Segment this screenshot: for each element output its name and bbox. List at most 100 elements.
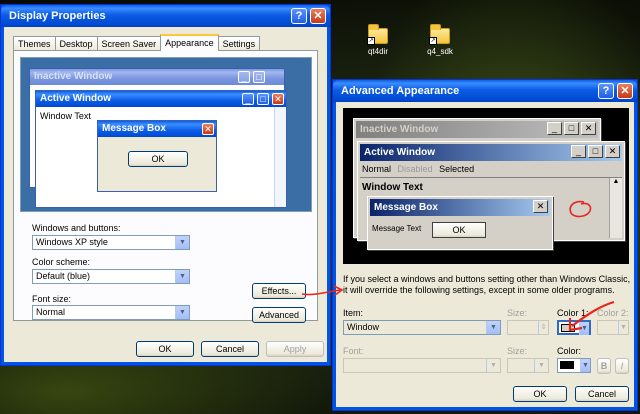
red-arrow-annotation (301, 285, 344, 296)
close-icon: ✕ (605, 145, 620, 158)
chevron-down-icon: ▼ (175, 306, 189, 319)
preview-window-text: Window Text (40, 111, 91, 121)
font-select[interactable]: ▼ (343, 358, 501, 373)
preview-menu-bar: Normal Disabled Selected (362, 164, 474, 174)
font-size-select[interactable]: Normal ▼ (32, 305, 190, 320)
close-icon: ✕ (533, 200, 548, 213)
dialog-body: Inactive Window _ □ ✕ Active Window _ □ … (337, 102, 633, 406)
desktop-icon-label: qt4dir (367, 47, 388, 56)
tab-themes[interactable]: Themes (13, 36, 56, 51)
desktop-icon-q4-sdk[interactable]: ↗ q4_sdk (420, 24, 460, 56)
red-arrow-annotation (568, 300, 615, 332)
ok-button[interactable]: OK (136, 341, 194, 357)
spinner-arrows-icon: ⇕ (538, 321, 548, 334)
chevron-down-icon: ▼ (486, 359, 500, 372)
red-circle-annotation (569, 200, 592, 218)
chevron-down-icon: ▼ (580, 359, 590, 372)
scroll-up-icon: ▲ (612, 178, 620, 185)
cancel-button[interactable]: Cancel (575, 386, 629, 402)
font-label: Font: (343, 346, 364, 356)
minimize-icon: _ (547, 122, 562, 135)
title-bar[interactable]: Advanced Appearance ? ✕ (333, 80, 637, 102)
item-label: Item: (343, 308, 364, 318)
maximize-icon: □ (564, 122, 579, 135)
tab-settings[interactable]: Settings (217, 36, 261, 51)
italic-button[interactable]: I (615, 358, 629, 374)
windows-and-buttons-label: Windows and buttons: (32, 223, 121, 233)
maximize-icon: □ (588, 145, 603, 158)
close-icon: ✕ (581, 122, 596, 135)
minimize-icon: _ (238, 71, 250, 83)
select-value: Default (blue) (36, 271, 91, 281)
tab-screen-saver[interactable]: Screen Saver (96, 36, 162, 51)
font-color-picker[interactable]: ▼ (557, 358, 591, 373)
maximize-icon: □ (253, 71, 265, 83)
chevron-down-icon: ▼ (534, 359, 548, 372)
dialog-body: Themes Desktop Screen Saver Appearance S… (5, 27, 326, 361)
desktop-icon-label: q4_sdk (427, 47, 453, 56)
font-color-label: Color: (557, 346, 582, 356)
select-value: Windows XP style (36, 237, 108, 247)
desktop-icon-qt4dir[interactable]: ↗ qt4dir (358, 24, 398, 56)
font-size-label: Font size: (32, 294, 72, 304)
appearance-panel: Inactive Window _ □ Active Window _ □ ✕ … (13, 50, 318, 323)
minimize-icon: _ (571, 145, 586, 158)
size-label: Size: (507, 308, 528, 318)
select-value: Normal (36, 307, 66, 317)
help-button[interactable]: ? (291, 8, 307, 24)
chevron-down-icon: ▼ (175, 236, 189, 249)
tab-desktop[interactable]: Desktop (54, 36, 98, 51)
chevron-down-icon: ▼ (486, 321, 500, 334)
divider (360, 177, 622, 178)
menu-disabled: Disabled (397, 164, 433, 174)
windows-and-buttons-select[interactable]: Windows XP style ▼ (32, 235, 190, 250)
close-icon: ✕ (272, 93, 284, 105)
advanced-button[interactable]: Advanced (252, 307, 306, 323)
display-properties-window: Display Properties ? ✕ Themes Desktop Sc… (0, 4, 331, 366)
item-select[interactable]: Window ▼ (343, 320, 501, 335)
font-size-select[interactable]: ▼ (507, 358, 549, 373)
preview-message-title: Message Box (370, 199, 550, 216)
shortcut-arrow-icon: ↗ (367, 37, 375, 45)
color-scheme-select[interactable]: Default (blue) ▼ (32, 269, 190, 284)
close-button[interactable]: ✕ (310, 8, 326, 24)
help-button[interactable]: ? (598, 83, 614, 99)
bold-button[interactable]: B (597, 358, 611, 374)
close-button[interactable]: ✕ (617, 83, 633, 99)
preview-scrollbar (274, 107, 286, 207)
folder-icon: ↗ (429, 24, 450, 45)
preview-ok-button: OK (432, 222, 486, 238)
minimize-icon: _ (242, 93, 254, 105)
chevron-down-icon: ▼ (175, 270, 189, 283)
font-size-label: Size: (507, 346, 528, 356)
preview-scrollbar: ▲ (609, 178, 622, 238)
preview-message-box: Message Box ✕ OK (97, 120, 217, 192)
close-icon: ✕ (202, 123, 214, 135)
shortcut-arrow-icon: ↗ (429, 37, 437, 45)
effects-button[interactable]: Effects... (252, 283, 306, 299)
menu-selected: Selected (439, 164, 475, 174)
maximize-icon: □ (257, 93, 269, 105)
color-scheme-label: Color scheme: (32, 257, 91, 267)
window-title: Display Properties (9, 10, 106, 22)
preview-message-text: Message Text (372, 224, 422, 233)
ok-button[interactable]: OK (513, 386, 567, 402)
menu-normal: Normal (362, 164, 392, 174)
select-value: Window (347, 322, 380, 332)
color-swatch (560, 361, 574, 369)
title-bar[interactable]: Display Properties ? ✕ (1, 5, 330, 27)
preview-message-box: Message Box ✕ Message Text OK (367, 196, 553, 250)
preview-window-text: Window Text (362, 182, 423, 193)
tab-strip: Themes Desktop Screen Saver Appearance S… (13, 34, 261, 51)
cancel-button[interactable]: Cancel (201, 341, 259, 357)
preview-area: Inactive Window _ □ Active Window _ □ ✕ … (20, 57, 312, 212)
preview-message-title: Message Box (98, 121, 216, 137)
preview-area: Inactive Window _ □ ✕ Active Window _ □ … (343, 108, 629, 264)
advanced-appearance-window: Advanced Appearance ? ✕ Inactive Window … (332, 79, 638, 411)
info-text: If you select a windows and buttons sett… (343, 274, 631, 295)
tab-appearance[interactable]: Appearance (160, 34, 219, 51)
preview-ok-button: OK (128, 151, 188, 167)
folder-icon: ↗ (367, 24, 388, 45)
size-spinner[interactable]: ⇕ (507, 320, 549, 335)
apply-button[interactable]: Apply (266, 341, 324, 357)
